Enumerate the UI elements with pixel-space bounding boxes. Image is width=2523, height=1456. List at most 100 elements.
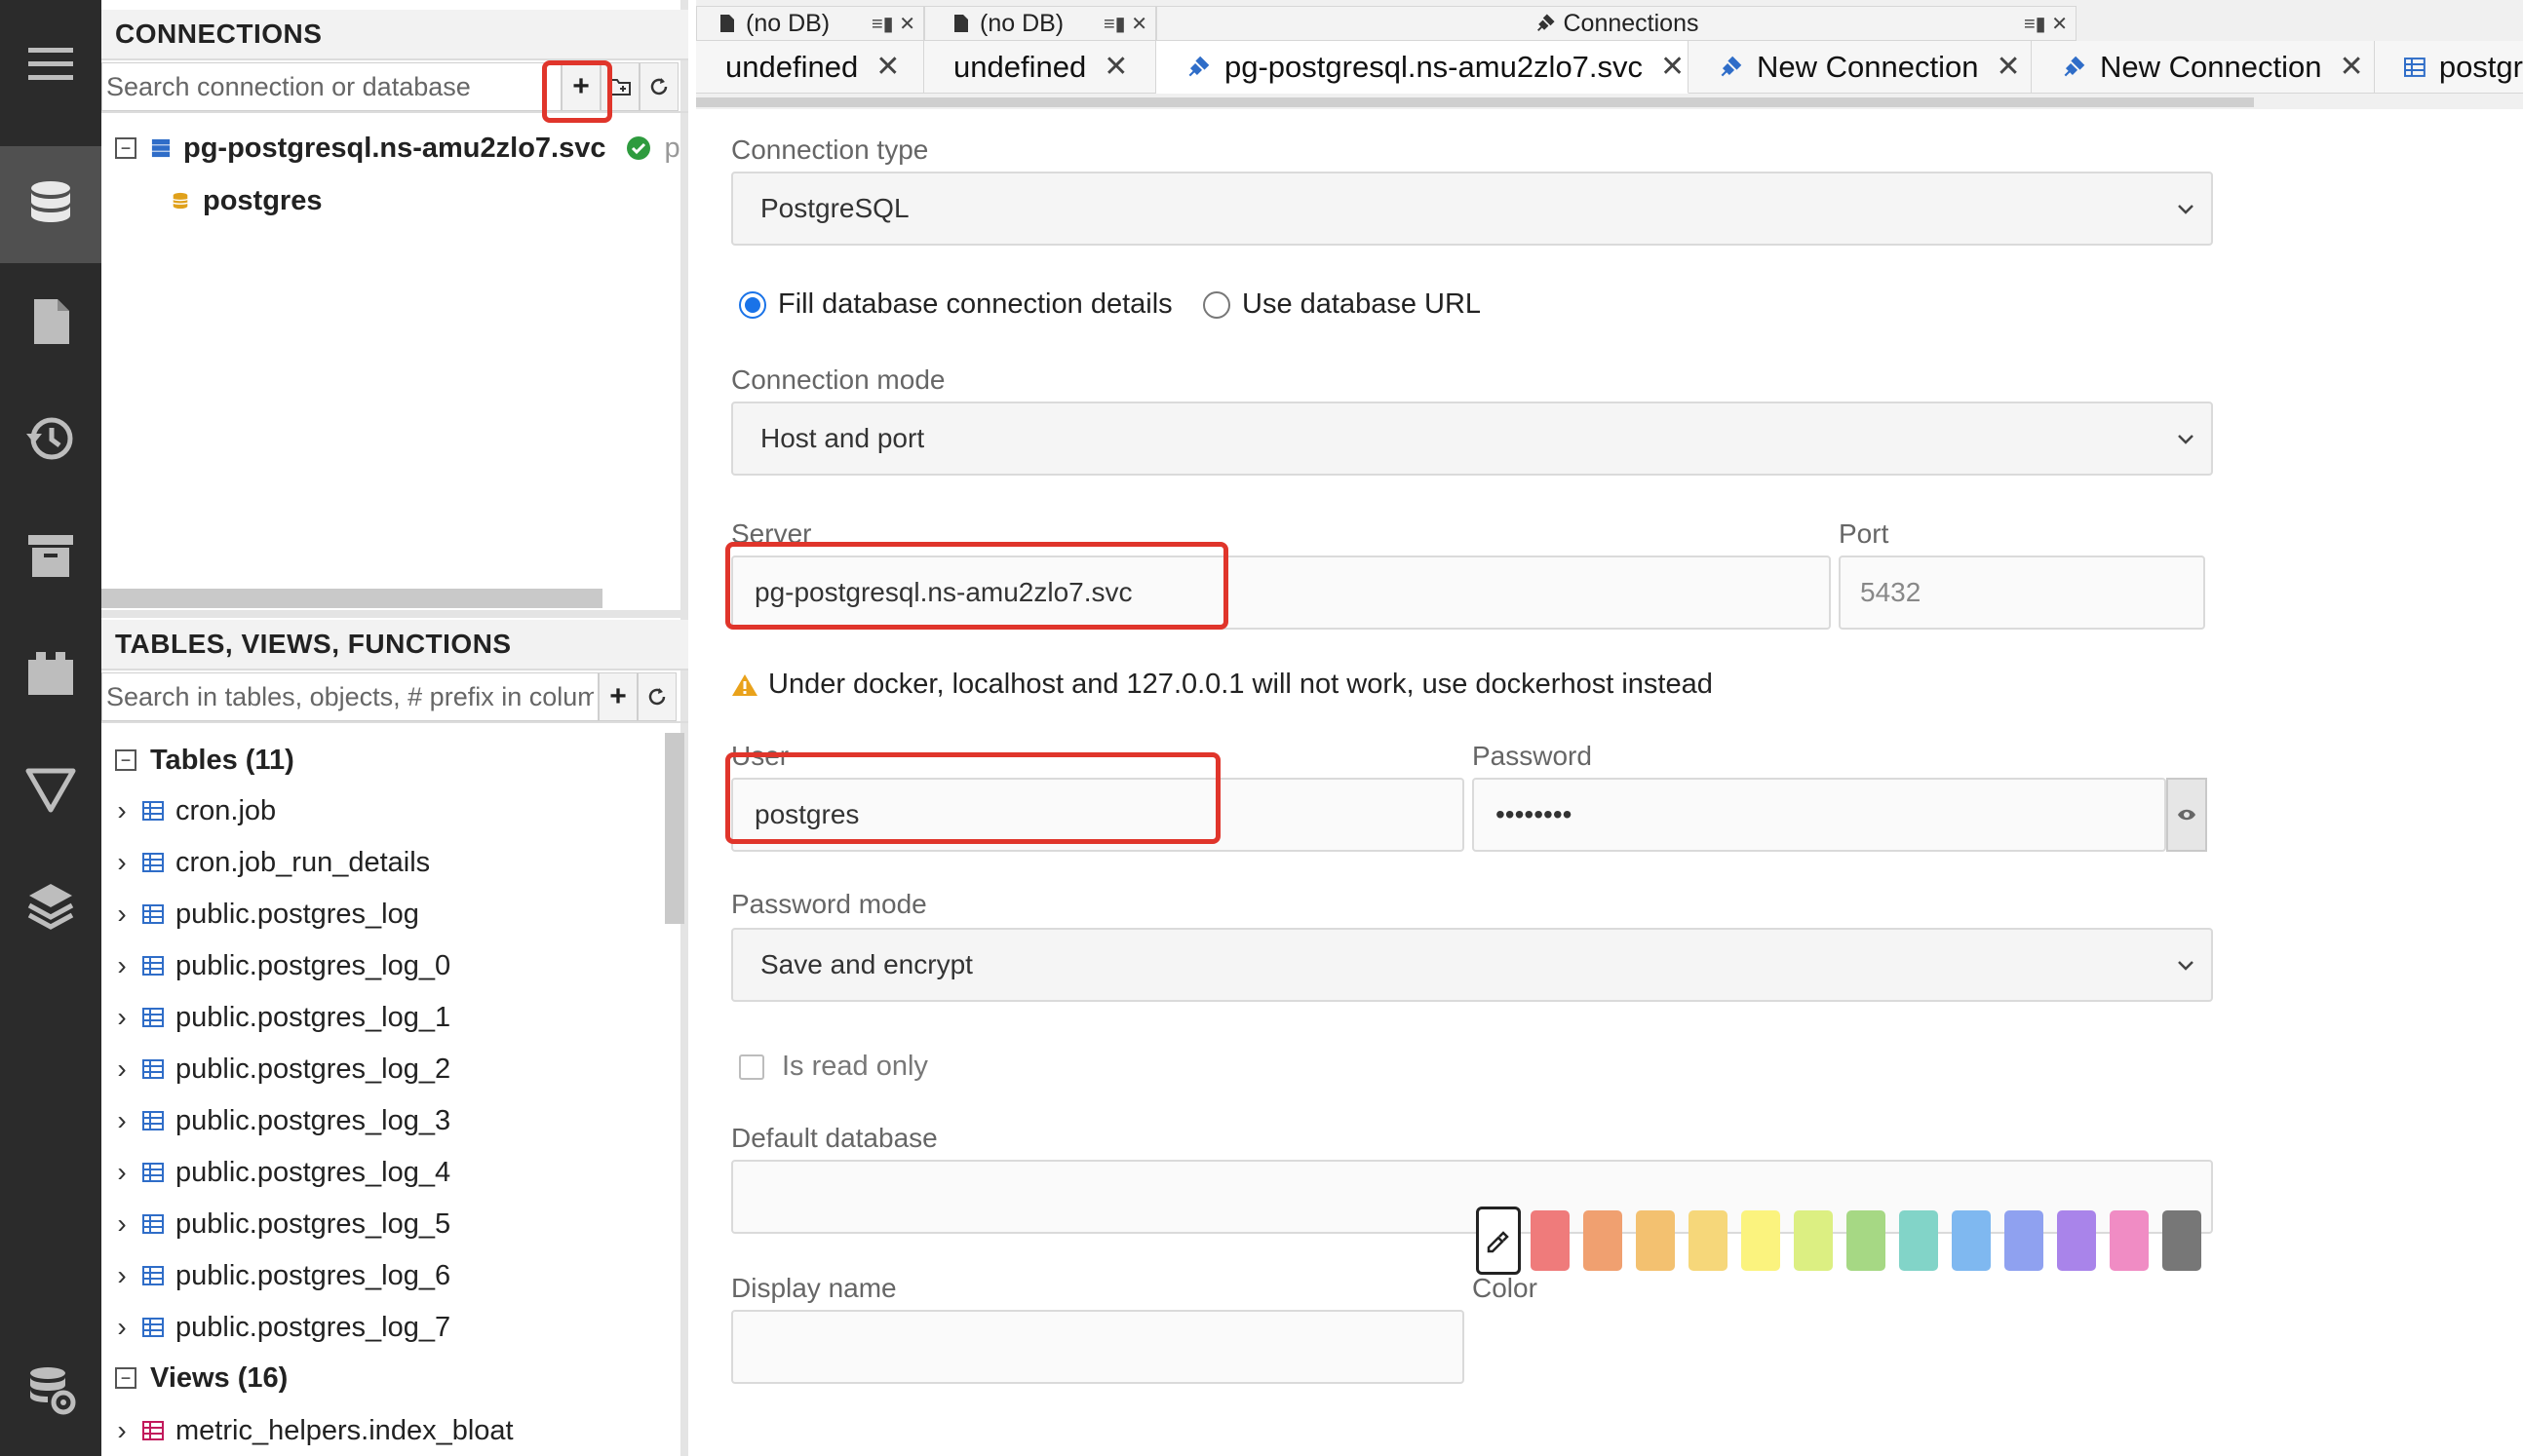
radio-fill-details[interactable]: Fill database connection details [739,288,1173,321]
color-swatch[interactable] [1531,1210,1570,1271]
tab-new-connection-2[interactable]: New Connection ✕ [2032,41,2375,94]
database-tree-node[interactable]: postgres [170,175,322,226]
database-icon[interactable] [0,146,101,263]
radio-database-url[interactable]: Use database URL [1203,288,1481,321]
tab-group-nodb-1[interactable]: (no DB) ≡▮ ✕ [696,6,924,41]
refresh-objects-button[interactable] [638,672,677,721]
server-tree-node[interactable]: − pg-postgresql.ns-amu2zlo7.svc p [115,123,680,173]
warning-icon [732,673,757,696]
chevron-right-icon[interactable]: › [107,1260,136,1291]
collapse-icon[interactable]: − [115,1367,136,1389]
color-swatch[interactable] [1741,1210,1780,1271]
color-picker-button[interactable] [1476,1207,1521,1275]
table-item[interactable]: › cron.job_run_details [107,837,430,888]
menu-icon[interactable] [0,6,101,123]
display-name-input[interactable] [731,1310,1464,1384]
chevron-right-icon[interactable]: › [107,1105,136,1136]
database-settings-icon[interactable] [0,1331,101,1448]
chevron-right-icon[interactable]: › [107,847,136,878]
color-swatch[interactable] [2057,1210,2096,1271]
filter-icon[interactable] [0,731,101,848]
view-item[interactable]: › metric_helpers.index_bloat [107,1405,513,1456]
refresh-connections-button[interactable] [640,62,679,111]
layers-icon[interactable] [0,848,101,965]
tab-postgres-table[interactable]: postgr [2375,41,2523,94]
color-swatch[interactable] [1583,1210,1622,1271]
plugin-icon[interactable] [0,614,101,731]
chevron-right-icon[interactable]: › [107,1415,136,1446]
table-item[interactable]: › public.postgres_log_6 [107,1250,450,1301]
chevron-right-icon[interactable]: › [107,1002,136,1033]
default-database-input[interactable] [731,1160,2213,1234]
color-swatch[interactable] [1846,1210,1885,1271]
tab-new-connection-1[interactable]: New Connection ✕ [1688,41,2032,94]
table-item[interactable]: › public.postgres_log_0 [107,940,450,991]
highlight-user [725,752,1221,844]
color-swatch[interactable] [2004,1210,2043,1271]
tab-group-controls[interactable]: ≡▮ ✕ [2024,12,2068,36]
connection-search-input[interactable] [101,62,562,111]
table-item[interactable]: › cron.job [107,785,276,836]
radio-selected[interactable] [739,290,766,319]
table-item[interactable]: › public.postgres_log_7 [107,1302,450,1353]
tab-group-nodb-2[interactable]: (no DB) ≡▮ ✕ [924,6,1156,41]
table-item[interactable]: › public.postgres_log_1 [107,992,450,1043]
tab-undefined-2[interactable]: undefined ✕ [924,41,1156,94]
radio-unselected[interactable] [1203,290,1230,319]
vertical-scrollbar[interactable] [665,733,684,924]
color-swatch[interactable] [2110,1210,2149,1271]
horizontal-scrollbar[interactable] [101,589,602,608]
tables-group[interactable]: − Tables (11) [115,735,294,785]
objects-search-input[interactable] [101,672,599,721]
tab-undefined-1[interactable]: undefined ✕ [696,41,924,94]
collapse-icon[interactable]: − [115,137,136,159]
color-swatch[interactable] [1794,1210,1833,1271]
tab-group-controls[interactable]: ≡▮ ✕ [872,12,915,36]
views-group[interactable]: − Views (16) [115,1353,288,1403]
table-item[interactable]: › public.postgres_log_2 [107,1044,450,1094]
chevron-right-icon[interactable]: › [107,899,136,930]
chevron-right-icon[interactable]: › [107,1312,136,1343]
color-swatch[interactable] [2162,1210,2201,1271]
connection-type-select[interactable]: PostgreSQL [731,172,2213,246]
close-icon[interactable]: ✕ [1996,50,2020,84]
color-swatch[interactable] [1636,1210,1675,1271]
history-icon[interactable] [0,380,101,497]
connections-title: CONNECTIONS [101,10,688,60]
tables-header: Tables (11) [150,744,294,776]
close-icon[interactable]: ✕ [1660,50,1685,84]
chevron-right-icon[interactable]: › [107,1054,136,1085]
archive-icon[interactable] [0,497,101,614]
color-swatch[interactable] [1899,1210,1938,1271]
add-object-button[interactable]: + [599,672,638,721]
read-only-checkbox[interactable]: Is read only [739,1051,928,1083]
table-icon [142,1318,164,1337]
collapse-icon[interactable]: − [115,749,136,771]
password-mode-select[interactable]: Save and encrypt [731,928,2213,1002]
table-item[interactable]: › public.postgres_log_3 [107,1095,450,1146]
tab-group-connections[interactable]: Connections ≡▮ ✕ [1156,6,2077,41]
close-icon[interactable]: ✕ [875,50,900,84]
tab-server-connection[interactable]: pg-postgresql.ns-amu2zlo7.svc ✕ [1156,41,1688,94]
tab-group-controls[interactable]: ≡▮ ✕ [1104,12,1147,36]
table-item[interactable]: › public.postgres_log_4 [107,1147,450,1198]
table-item[interactable]: › public.postgres_log_5 [107,1199,450,1249]
table-item[interactable]: › public.postgres_log [107,889,419,939]
close-icon[interactable]: ✕ [1104,50,1128,84]
chevron-right-icon[interactable]: › [107,1208,136,1240]
table-name: public.postgres_log_4 [175,1156,451,1188]
show-password-button[interactable] [2166,778,2207,852]
close-icon[interactable]: ✕ [2339,50,2363,84]
connection-mode-select[interactable]: Host and port [731,402,2213,476]
port-input[interactable]: 5432 [1839,556,2205,630]
panel-divider[interactable] [101,610,688,618]
color-swatch[interactable] [1952,1210,1991,1271]
checkbox-box[interactable] [739,1054,764,1080]
color-swatch[interactable] [1688,1210,1727,1271]
chevron-right-icon[interactable]: › [107,1157,136,1188]
file-icon[interactable] [0,263,101,380]
chevron-right-icon[interactable]: › [107,950,136,981]
tab-group-label: (no DB) [980,9,1065,37]
password-input[interactable]: •••••••• [1472,778,2166,852]
chevron-right-icon[interactable]: › [107,795,136,826]
